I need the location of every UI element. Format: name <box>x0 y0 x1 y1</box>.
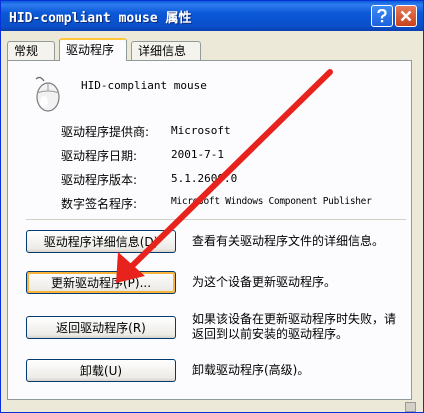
version-value: 5.1.2600.0 <box>171 172 238 185</box>
device-name: HID-compliant mouse <box>81 79 207 92</box>
driver-details-desc: 查看有关驱动程序文件的详细信息。 <box>192 234 385 248</box>
help-icon <box>377 9 387 23</box>
properties-window: HID-compliant mouse 属性 常规 驱动程序 详细信息 HID-… <box>0 0 424 413</box>
resize-grip <box>405 402 416 412</box>
close-icon <box>400 10 412 22</box>
date-label: 驱动程序日期: <box>61 149 138 163</box>
signer-label: 数字签名程序: <box>61 197 138 211</box>
tab-driver[interactable]: 驱动程序 <box>59 38 127 61</box>
signer-value: Microsoft Windows Component Publisher <box>171 196 372 207</box>
close-button[interactable] <box>395 5 417 27</box>
update-driver-button[interactable]: 更新驱动程序(P)... <box>26 271 176 294</box>
provider-value: Microsoft <box>171 124 231 137</box>
tab-general[interactable]: 常规 <box>7 41 55 60</box>
roll-back-driver-button[interactable]: 返回驱动程序(R) <box>26 316 176 339</box>
roll-back-desc-line1: 如果该设备在更新驱动程序时失败，请 <box>192 312 397 326</box>
help-button[interactable] <box>371 5 393 27</box>
window-title: HID-compliant mouse 属性 <box>9 11 192 26</box>
roll-back-desc-line2: 返回到以前安装的驱动程序。 <box>192 327 349 341</box>
update-driver-desc: 为这个设备更新驱动程序。 <box>192 275 337 289</box>
tab-details[interactable]: 详细信息 <box>131 41 201 60</box>
driver-tab-panel: HID-compliant mouse 驱动程序提供商: Microsoft 驱… <box>7 60 412 400</box>
uninstall-desc: 卸载驱动程序(高级)。 <box>192 363 310 377</box>
title-bar[interactable]: HID-compliant mouse 属性 <box>1 1 423 31</box>
separator <box>26 219 406 220</box>
driver-details-button[interactable]: 驱动程序详细信息(D) <box>26 230 176 253</box>
mouse-icon <box>35 76 60 112</box>
version-label: 驱动程序版本: <box>61 173 138 187</box>
provider-label: 驱动程序提供商: <box>61 125 150 139</box>
uninstall-button[interactable]: 卸载(U) <box>26 359 176 382</box>
date-value: 2001-7-1 <box>171 148 224 161</box>
